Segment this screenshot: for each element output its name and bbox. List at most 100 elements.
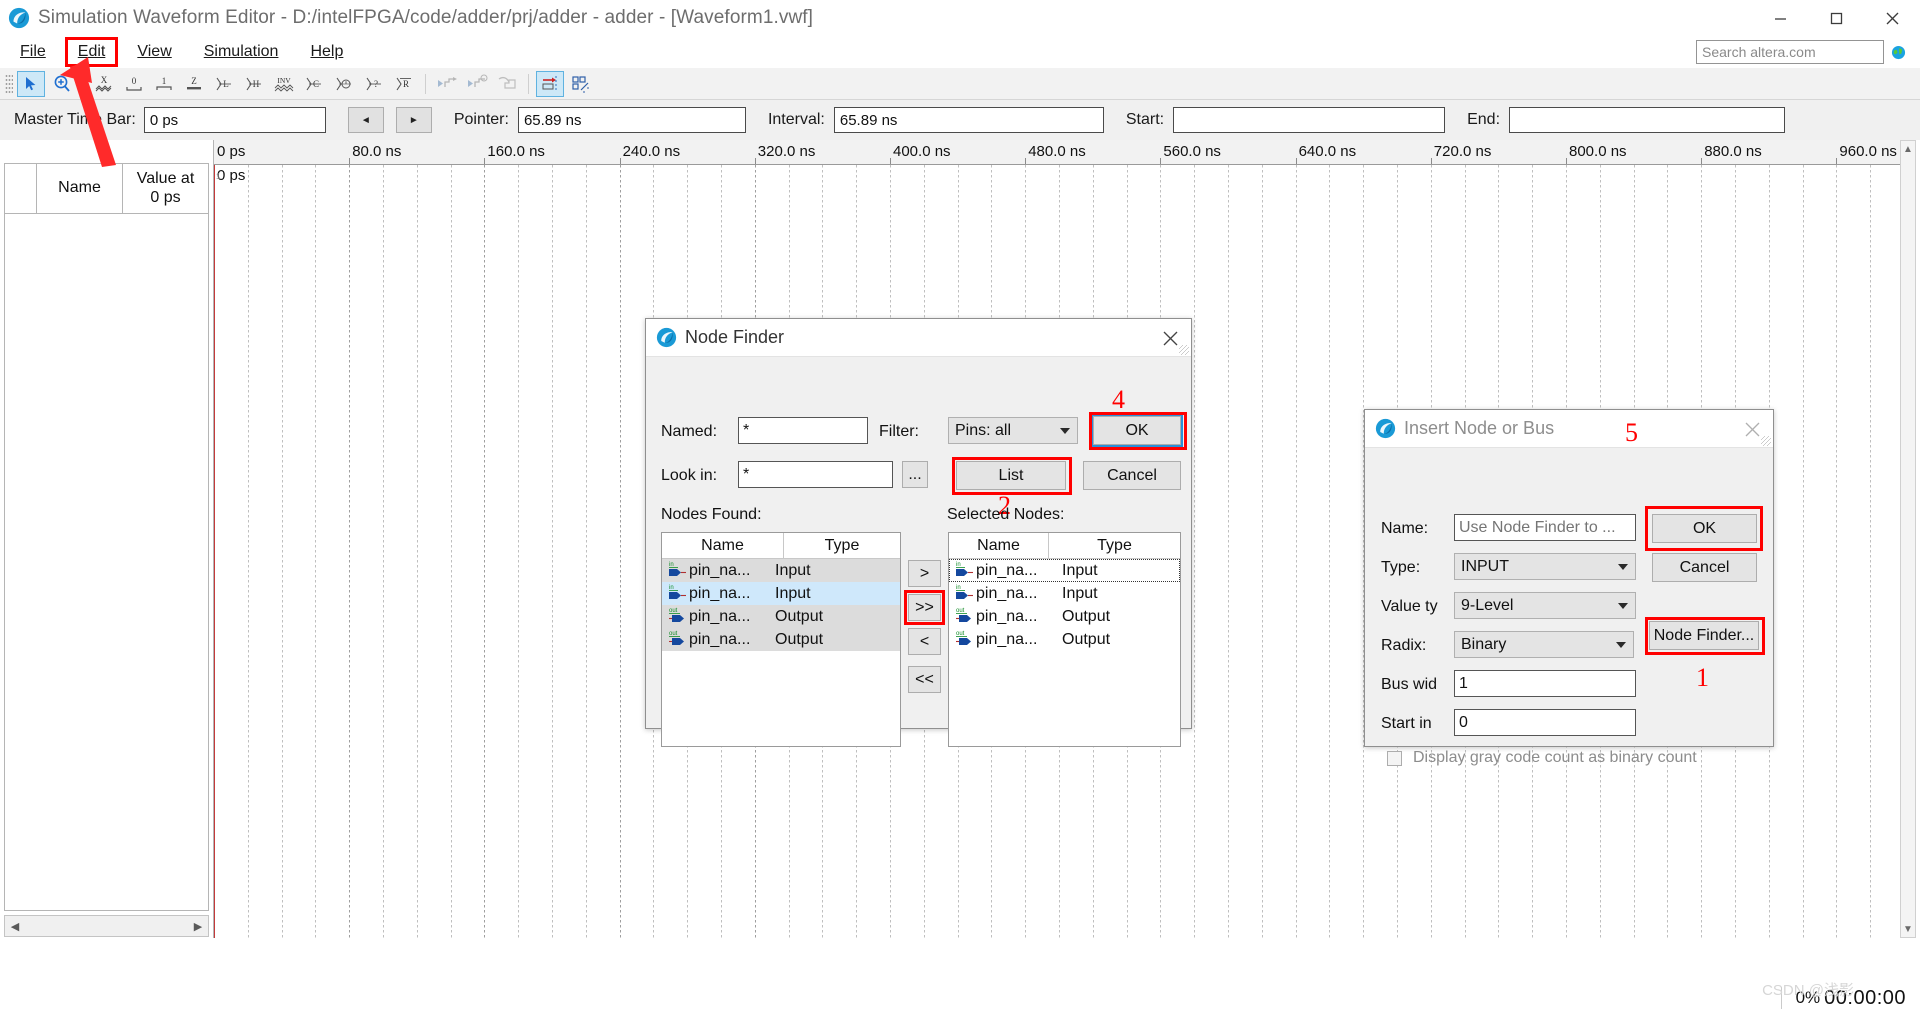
toolbar-separator bbox=[82, 73, 83, 94]
watermark: CSDN @浅影 bbox=[1762, 982, 1854, 999]
insert-node-cancel-button[interactable]: Cancel bbox=[1652, 553, 1757, 582]
insert-node-ok-button[interactable]: OK bbox=[1652, 514, 1757, 543]
menu-simulation-label: Simulation bbox=[203, 43, 279, 60]
force-low-icon[interactable]: 0 bbox=[120, 71, 148, 97]
toolbar-grip[interactable] bbox=[5, 73, 13, 94]
nodes-found-type-header[interactable]: Type bbox=[784, 533, 900, 558]
selected-nodes-listbox[interactable]: Name ˅ Type in pin_na... Input in pin_na... I… bbox=[948, 532, 1181, 747]
selection-tool-icon[interactable] bbox=[17, 70, 45, 97]
arbitrary-value-icon[interactable]: ? bbox=[360, 71, 388, 97]
name-column-header[interactable]: Name bbox=[37, 164, 123, 213]
node-finder-list-button[interactable]: List bbox=[956, 461, 1066, 490]
list-item[interactable]: out pin_na... Output bbox=[949, 628, 1180, 651]
start-input[interactable] bbox=[1173, 107, 1446, 133]
selected-nodes-name-header[interactable]: Name ˅ bbox=[949, 533, 1049, 558]
insert-node-titlebar[interactable]: Insert Node or Bus bbox=[1365, 410, 1773, 448]
list-item[interactable]: out pin_na... Output bbox=[662, 628, 900, 651]
list-item[interactable]: in pin_na... Input bbox=[662, 559, 900, 582]
force-weak-low-icon[interactable]: L bbox=[210, 71, 238, 97]
node-finder-resize-grip[interactable] bbox=[1179, 345, 1189, 355]
maximize-button[interactable] bbox=[1808, 0, 1864, 36]
pointer-input[interactable] bbox=[517, 107, 746, 133]
menu-help[interactable]: Help bbox=[300, 40, 353, 64]
insert-name-input[interactable] bbox=[1454, 514, 1636, 541]
insert-radix-combobox[interactable]: Binary bbox=[1454, 631, 1634, 658]
time-next-button[interactable]: ► bbox=[395, 107, 432, 133]
menu-file[interactable]: File bbox=[10, 40, 56, 64]
quartus-logo-icon bbox=[1375, 418, 1396, 439]
run-timing-simulation-icon[interactable] bbox=[463, 71, 491, 97]
minimize-button[interactable] bbox=[1752, 0, 1808, 36]
selected-nodes-type-header[interactable]: Type bbox=[1049, 533, 1180, 558]
time-ruler[interactable]: 0 ps 80.0 ns 160.0 ns 240.0 ns 320.0 ns 400.0… bbox=[214, 140, 1904, 165]
selected-nodes-header: Name ˅ Type bbox=[949, 533, 1180, 559]
master-time-cursor[interactable] bbox=[214, 165, 215, 938]
insert-node-resize-grip[interactable] bbox=[1761, 436, 1771, 446]
list-item[interactable]: out pin_na... Output bbox=[949, 605, 1180, 628]
move-all-right-button[interactable]: >> bbox=[908, 594, 941, 621]
nodes-found-name-header[interactable]: Name bbox=[662, 533, 784, 558]
force-unknown-icon[interactable]: X bbox=[90, 71, 118, 97]
names-scroll-right-button[interactable]: ▶ bbox=[188, 916, 208, 936]
insert-bus-width-label: Bus wid bbox=[1381, 676, 1438, 693]
list-item[interactable]: in pin_na... Input bbox=[949, 582, 1180, 605]
ruler-label: 720.0 ns bbox=[1433, 143, 1492, 160]
insert-start-index-input[interactable] bbox=[1454, 709, 1636, 736]
svg-text:1: 1 bbox=[162, 76, 167, 86]
node-finder-grid-icon[interactable] bbox=[566, 71, 594, 97]
simulation-settings-icon[interactable] bbox=[493, 71, 521, 97]
globe-icon[interactable] bbox=[1891, 45, 1906, 60]
insert-node-ok-label: OK bbox=[1692, 519, 1717, 537]
close-button[interactable] bbox=[1864, 0, 1920, 36]
interval-input[interactable] bbox=[833, 107, 1104, 133]
svg-text:R: R bbox=[403, 79, 409, 89]
node-finder-cancel-button[interactable]: Cancel bbox=[1083, 461, 1181, 490]
node-finder-ok-button[interactable]: OK bbox=[1091, 414, 1183, 447]
filter-value: Pins: all bbox=[955, 421, 1012, 439]
named-input[interactable] bbox=[738, 417, 868, 444]
gray-code-checkbox[interactable] bbox=[1387, 751, 1402, 766]
snap-to-transition-icon[interactable] bbox=[536, 70, 564, 97]
step-1-annotation: 1 bbox=[1696, 663, 1709, 692]
menu-edit[interactable]: Edit bbox=[64, 37, 119, 67]
invert-icon[interactable]: INV bbox=[270, 71, 298, 97]
random-value-icon[interactable]: R bbox=[390, 71, 418, 97]
menu-simulation[interactable]: Simulation bbox=[194, 40, 289, 64]
names-scroll-left-button[interactable]: ◀ bbox=[5, 916, 25, 936]
scroll-up-button[interactable]: ▲ bbox=[1901, 141, 1915, 157]
ruler-tick bbox=[484, 158, 486, 164]
move-left-button[interactable]: < bbox=[908, 628, 941, 655]
move-all-left-button[interactable]: << bbox=[908, 666, 941, 693]
insert-type-combobox[interactable]: INPUT bbox=[1454, 553, 1636, 580]
time-prev-button[interactable]: ◄ bbox=[347, 107, 384, 133]
insert-value-type-combobox[interactable]: 9-Level bbox=[1454, 592, 1636, 619]
search-input[interactable] bbox=[1696, 40, 1884, 64]
look-in-input[interactable] bbox=[738, 461, 893, 488]
list-item[interactable]: in pin_na... Input bbox=[949, 559, 1180, 582]
count-value-icon[interactable]: C bbox=[300, 71, 328, 97]
run-functional-simulation-icon[interactable] bbox=[433, 71, 461, 97]
list-item[interactable]: out pin_na... Output bbox=[662, 605, 900, 628]
names-horizontal-scrollbar[interactable]: ◀ ▶ bbox=[4, 915, 209, 937]
filter-combobox[interactable]: Pins: all bbox=[948, 417, 1078, 444]
waveform-editing-tool-icon[interactable] bbox=[47, 71, 75, 97]
menu-view[interactable]: View bbox=[127, 40, 181, 64]
gray-code-label: Display gray code count as binary count bbox=[1413, 749, 1697, 766]
value-column-header[interactable]: Value at 0 ps bbox=[123, 164, 208, 213]
waveform-vertical-scrollbar[interactable]: ▲ ▼ bbox=[1900, 140, 1916, 938]
nodes-found-listbox[interactable]: Name Type in pin_na... Input in pin_na... Inp… bbox=[661, 532, 901, 747]
clock-icon[interactable] bbox=[330, 71, 358, 97]
end-input[interactable] bbox=[1509, 107, 1786, 133]
scroll-down-button[interactable]: ▼ bbox=[1901, 921, 1915, 937]
master-time-bar-input[interactable] bbox=[143, 107, 326, 133]
force-weak-high-icon[interactable]: H bbox=[240, 71, 268, 97]
node-finder-open-button[interactable]: Node Finder... bbox=[1649, 621, 1759, 650]
force-high-impedance-icon[interactable]: Z bbox=[180, 71, 208, 97]
node-finder-dialog: Node Finder Named: Filter: Pins: all OK … bbox=[645, 318, 1192, 747]
insert-bus-width-input[interactable] bbox=[1454, 670, 1636, 697]
list-item[interactable]: in pin_na... Input bbox=[662, 582, 900, 605]
browse-button[interactable]: ... bbox=[902, 461, 928, 488]
force-high-icon[interactable]: 1 bbox=[150, 71, 178, 97]
node-finder-titlebar[interactable]: Node Finder bbox=[646, 319, 1191, 357]
move-right-button[interactable]: > bbox=[908, 560, 941, 587]
